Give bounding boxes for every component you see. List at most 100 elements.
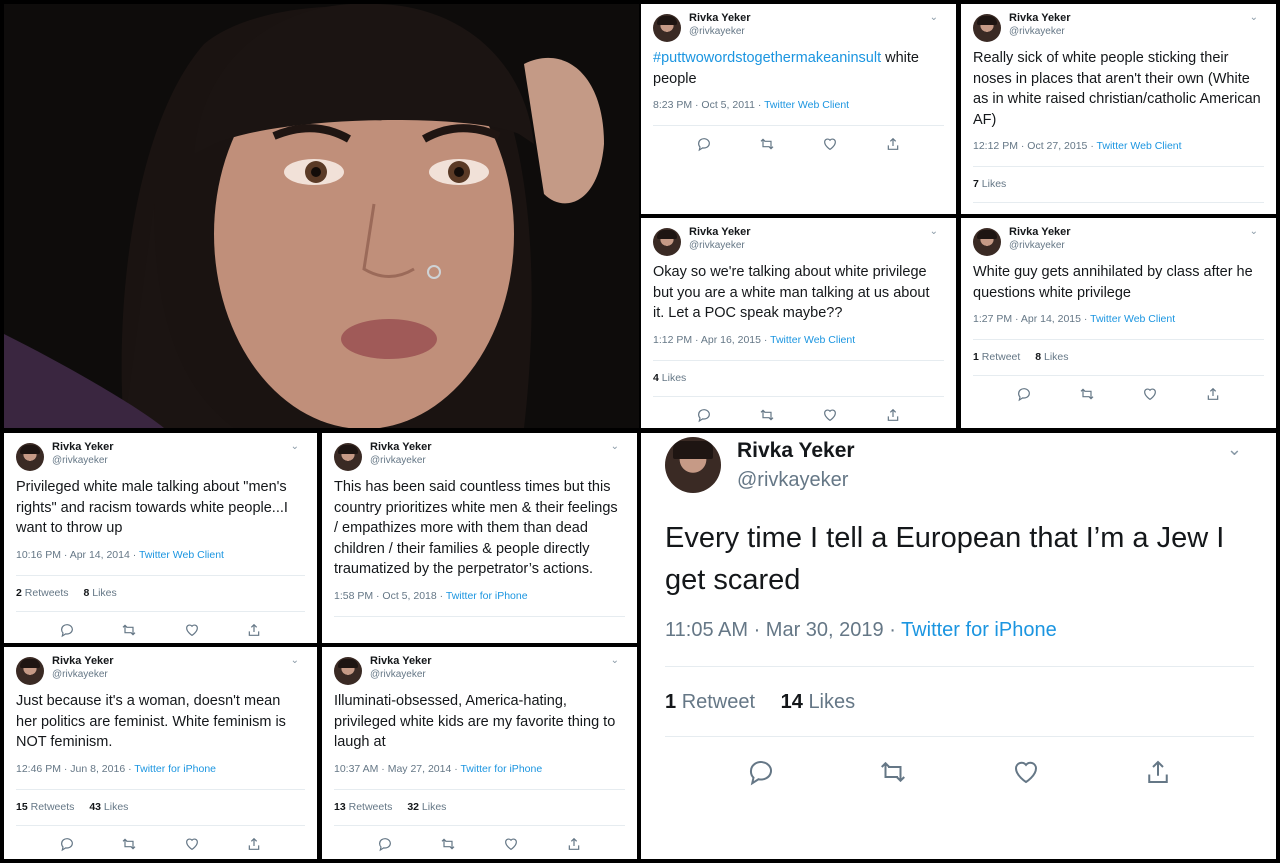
retweet-icon[interactable] bbox=[121, 836, 137, 852]
reply-icon[interactable] bbox=[696, 136, 712, 152]
reply-icon[interactable] bbox=[1016, 386, 1032, 402]
heart-icon[interactable] bbox=[184, 622, 200, 638]
share-icon[interactable] bbox=[1143, 757, 1173, 787]
reply-icon[interactable] bbox=[1016, 213, 1032, 214]
client-link[interactable]: Twitter Web Client bbox=[770, 334, 855, 346]
like-count[interactable]: 8 Likes bbox=[83, 587, 116, 599]
retweet-count[interactable]: 2 Retweets bbox=[16, 587, 69, 599]
tweet-card[interactable]: Rivka Yeker @rivkayeker ⌄ Illuminati-obs… bbox=[322, 647, 637, 859]
display-name[interactable]: Rivka Yeker bbox=[689, 12, 751, 24]
share-icon[interactable] bbox=[1205, 213, 1221, 214]
heart-icon[interactable] bbox=[822, 407, 838, 423]
display-name[interactable]: Rivka Yeker bbox=[1009, 226, 1071, 238]
client-link[interactable]: Twitter Web Client bbox=[1097, 140, 1182, 152]
chevron-down-icon[interactable]: ⌄ bbox=[611, 441, 619, 452]
chevron-down-icon[interactable]: ⌄ bbox=[930, 12, 938, 23]
share-icon[interactable] bbox=[1205, 386, 1221, 402]
reply-icon[interactable] bbox=[696, 407, 712, 423]
heart-icon[interactable] bbox=[503, 836, 519, 852]
client-link[interactable]: Twitter for iPhone bbox=[134, 763, 216, 775]
like-count[interactable]: 8 Likes bbox=[1035, 351, 1068, 363]
chevron-down-icon[interactable]: ⌄ bbox=[1250, 226, 1258, 237]
heart-icon[interactable] bbox=[822, 136, 838, 152]
user-handle[interactable]: @rivkayeker bbox=[370, 455, 426, 466]
retweet-icon[interactable] bbox=[440, 836, 456, 852]
share-icon[interactable] bbox=[246, 622, 262, 638]
avatar[interactable] bbox=[653, 14, 681, 42]
retweet-count[interactable]: 1 Retweet bbox=[973, 351, 1020, 363]
tweet-card[interactable]: Rivka Yeker @rivkayeker ⌄ This has been … bbox=[322, 433, 637, 643]
avatar[interactable] bbox=[973, 228, 1001, 256]
display-name[interactable]: Rivka Yeker bbox=[689, 226, 751, 238]
user-handle[interactable]: @rivkayeker bbox=[1009, 240, 1065, 251]
avatar[interactable] bbox=[16, 443, 44, 471]
heart-icon[interactable] bbox=[1142, 213, 1158, 214]
retweet-icon[interactable] bbox=[878, 757, 908, 787]
display-name[interactable]: Rivka Yeker bbox=[52, 655, 114, 667]
client-link[interactable]: Twitter for iPhone bbox=[460, 763, 542, 775]
tweet-text: White guy gets annihilated by class afte… bbox=[973, 264, 1253, 301]
user-handle[interactable]: @rivkayeker bbox=[52, 669, 108, 680]
retweet-icon[interactable] bbox=[1079, 386, 1095, 402]
heart-icon[interactable] bbox=[184, 836, 200, 852]
share-icon[interactable] bbox=[566, 836, 582, 852]
user-handle[interactable]: @rivkayeker bbox=[737, 469, 848, 492]
share-icon[interactable] bbox=[885, 407, 901, 423]
tweet-card[interactable]: Rivka Yeker @rivkayeker ⌄ #puttwowordsto… bbox=[641, 4, 956, 214]
client-link[interactable]: Twitter Web Client bbox=[764, 99, 849, 111]
avatar[interactable] bbox=[665, 437, 721, 493]
user-handle[interactable]: @rivkayeker bbox=[52, 455, 108, 466]
user-handle[interactable]: @rivkayeker bbox=[370, 669, 426, 680]
retweet-count[interactable]: 13 Retweets bbox=[334, 801, 392, 813]
chevron-down-icon[interactable]: ⌄ bbox=[930, 226, 938, 237]
chevron-down-icon[interactable]: ⌄ bbox=[1227, 439, 1242, 460]
client-link[interactable]: Twitter for iPhone bbox=[446, 590, 528, 602]
avatar[interactable] bbox=[16, 657, 44, 685]
reply-icon[interactable] bbox=[377, 836, 393, 852]
display-name[interactable]: Rivka Yeker bbox=[52, 441, 114, 453]
retweet-icon[interactable] bbox=[759, 136, 775, 152]
tweet-card[interactable]: Rivka Yeker @rivkayeker ⌄ Really sick of… bbox=[961, 4, 1276, 214]
hashtag-link[interactable]: #puttwowordstogethermakeaninsult bbox=[653, 50, 881, 66]
like-count[interactable]: 4 Likes bbox=[653, 372, 686, 384]
retweet-count[interactable]: 15 Retweets bbox=[16, 801, 74, 813]
reply-icon[interactable] bbox=[746, 757, 776, 787]
user-handle[interactable]: @rivkayeker bbox=[689, 26, 745, 37]
user-handle[interactable]: @rivkayeker bbox=[1009, 26, 1065, 37]
retweet-icon[interactable] bbox=[759, 407, 775, 423]
display-name[interactable]: Rivka Yeker bbox=[370, 441, 432, 453]
user-handle[interactable]: @rivkayeker bbox=[689, 240, 745, 251]
tweet-card[interactable]: Rivka Yeker @rivkayeker ⌄ Okay so we're … bbox=[641, 218, 956, 428]
tweet-card[interactable]: Rivka Yeker @rivkayeker ⌄ White guy gets… bbox=[961, 218, 1276, 428]
display-name[interactable]: Rivka Yeker bbox=[737, 439, 855, 463]
chevron-down-icon[interactable]: ⌄ bbox=[611, 655, 619, 666]
tweet-card-large[interactable]: Rivka Yeker @rivkayeker ⌄ Every time I t… bbox=[641, 433, 1276, 859]
chevron-down-icon[interactable]: ⌄ bbox=[291, 655, 299, 666]
like-count[interactable]: 43 Likes bbox=[89, 801, 128, 813]
reply-icon[interactable] bbox=[59, 622, 75, 638]
tweet-card[interactable]: Rivka Yeker @rivkayeker ⌄ Privileged whi… bbox=[4, 433, 317, 643]
heart-icon[interactable] bbox=[1011, 757, 1041, 787]
retweet-icon[interactable] bbox=[1079, 213, 1095, 214]
retweet-count[interactable]: 1 Retweet bbox=[665, 691, 755, 713]
display-name[interactable]: Rivka Yeker bbox=[370, 655, 432, 667]
like-count[interactable]: 32 Likes bbox=[407, 801, 446, 813]
client-link[interactable]: Twitter for iPhone bbox=[901, 619, 1057, 641]
tweet-card[interactable]: Rivka Yeker @rivkayeker ⌄ Just because i… bbox=[4, 647, 317, 859]
avatar[interactable] bbox=[973, 14, 1001, 42]
heart-icon[interactable] bbox=[1142, 386, 1158, 402]
retweet-icon[interactable] bbox=[121, 622, 137, 638]
reply-icon[interactable] bbox=[59, 836, 75, 852]
like-count[interactable]: 7 Likes bbox=[973, 178, 1006, 190]
avatar[interactable] bbox=[334, 657, 362, 685]
client-link[interactable]: Twitter Web Client bbox=[139, 549, 224, 561]
like-count[interactable]: 14 Likes bbox=[781, 691, 856, 713]
share-icon[interactable] bbox=[885, 136, 901, 152]
avatar[interactable] bbox=[653, 228, 681, 256]
chevron-down-icon[interactable]: ⌄ bbox=[291, 441, 299, 452]
avatar[interactable] bbox=[334, 443, 362, 471]
client-link[interactable]: Twitter Web Client bbox=[1090, 313, 1175, 325]
share-icon[interactable] bbox=[246, 836, 262, 852]
display-name[interactable]: Rivka Yeker bbox=[1009, 12, 1071, 24]
chevron-down-icon[interactable]: ⌄ bbox=[1250, 12, 1258, 23]
